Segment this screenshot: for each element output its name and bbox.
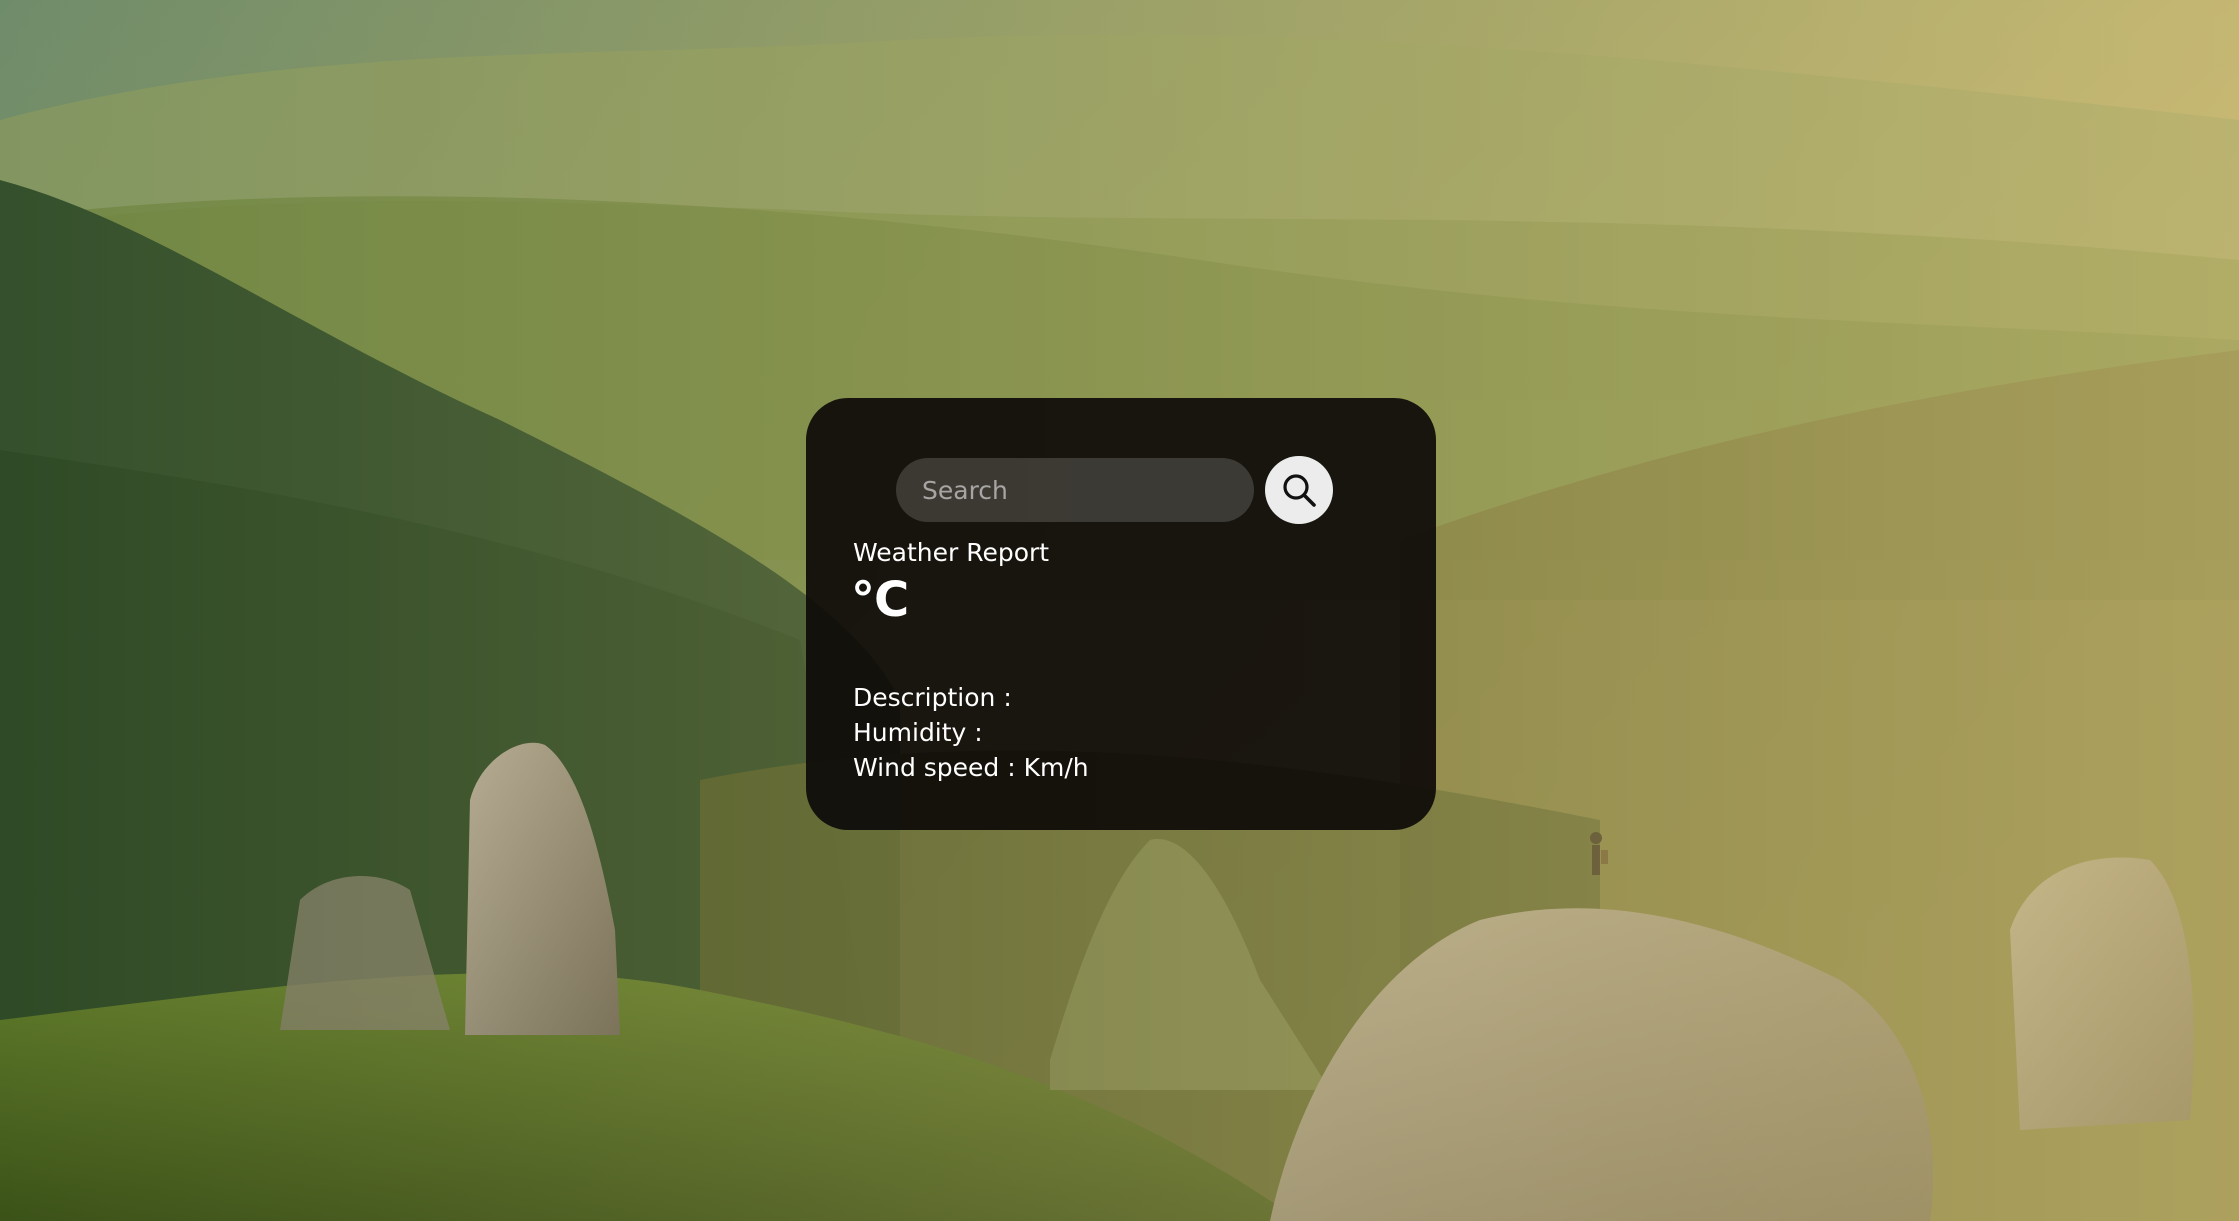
search-button[interactable] [1265,456,1333,524]
weather-card: Weather Report °C Description : Humidity… [806,398,1436,830]
humidity-label: Humidity : [853,718,983,747]
search-input[interactable] [896,458,1254,522]
weather-title: Weather Report [853,538,1050,567]
wind-speed-label: Wind speed : Km/h [853,753,1089,782]
weather-details: Description : Humidity : Wind speed : Km… [853,680,1089,785]
temperature-value: °C [851,572,909,628]
search-icon [1283,474,1316,507]
description-label: Description : [853,683,1012,712]
search-bar [896,456,1333,524]
